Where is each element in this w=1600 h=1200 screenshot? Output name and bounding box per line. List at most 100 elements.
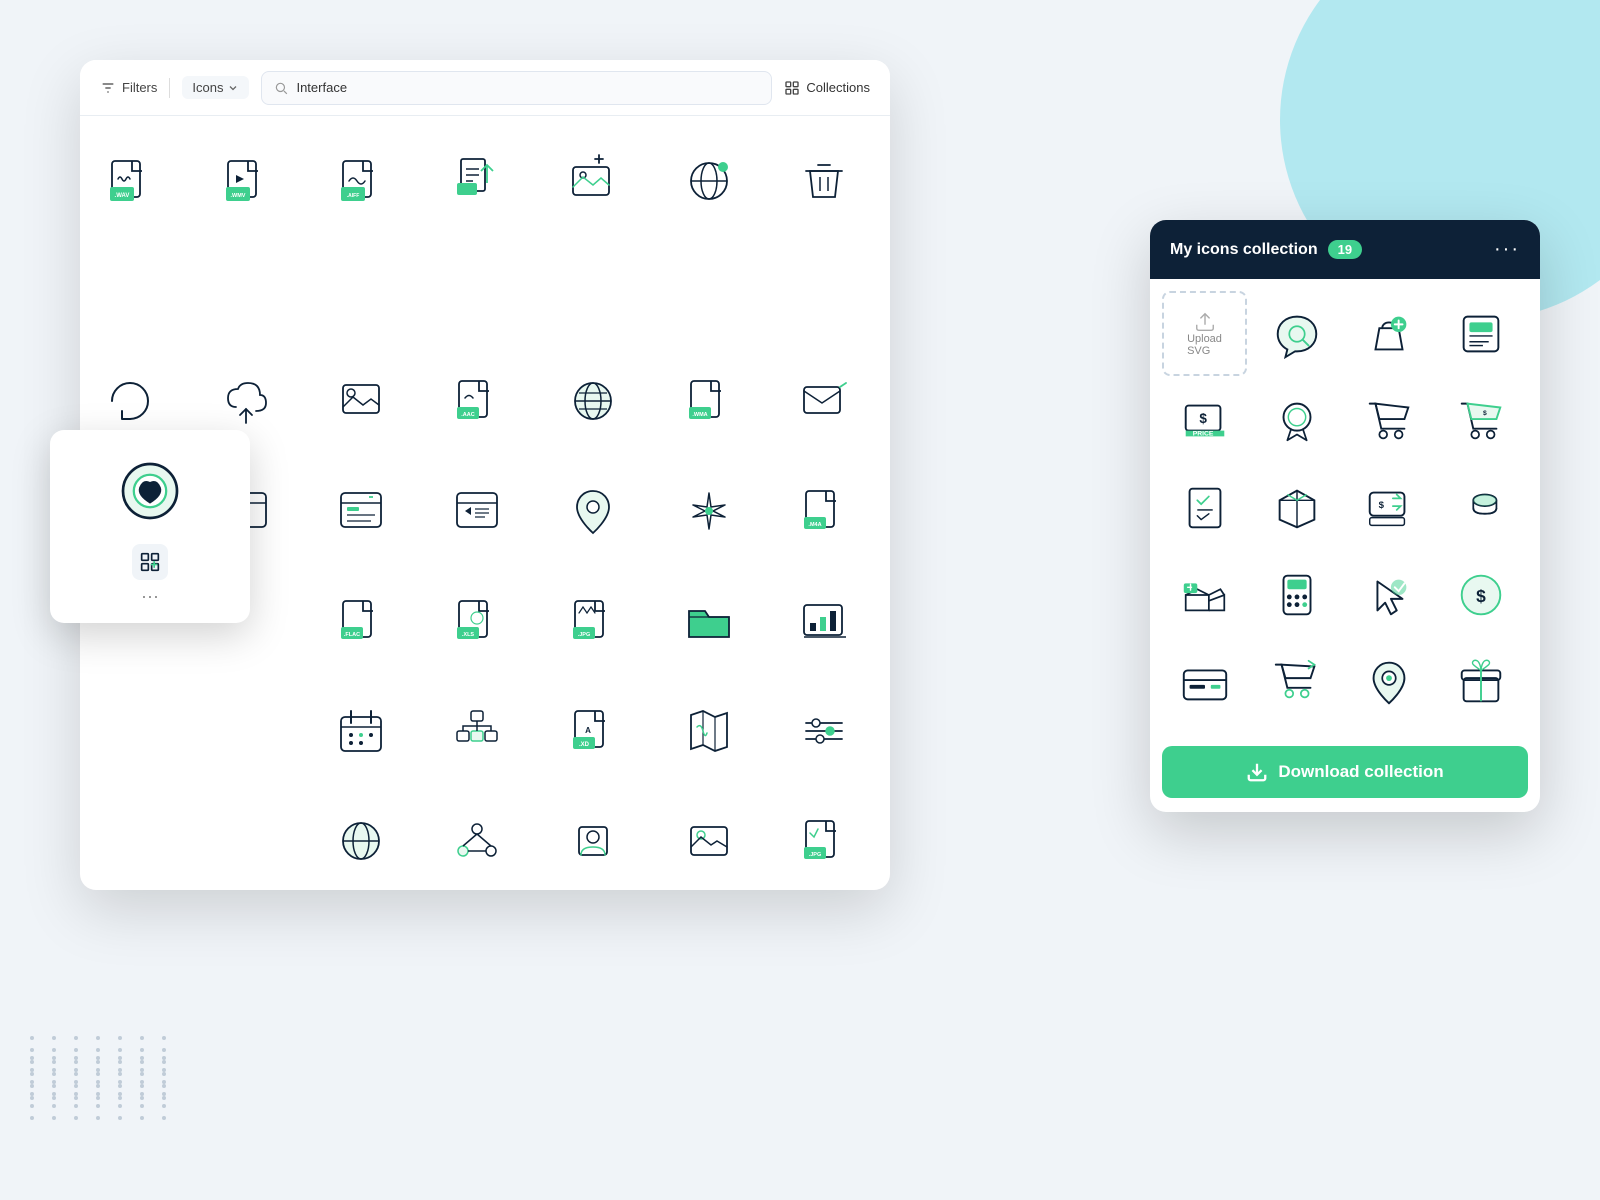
icon-empty-4 bbox=[427, 236, 527, 346]
col-icon-calculator[interactable] bbox=[1254, 552, 1339, 637]
icon-wma[interactable]: .WMA bbox=[659, 346, 759, 456]
icon-trash[interactable] bbox=[774, 126, 874, 236]
icon-popup-card: ··· bbox=[50, 430, 250, 623]
icon-jpg[interactable]: .JPG bbox=[543, 566, 643, 676]
svg-text:.FLAC: .FLAC bbox=[344, 632, 360, 638]
icon-empty-1 bbox=[80, 236, 180, 346]
icon-folder[interactable] bbox=[659, 566, 759, 676]
icon-globe-3[interactable] bbox=[311, 786, 411, 890]
icon-empty-5 bbox=[543, 236, 643, 346]
svg-text:.JPG: .JPG bbox=[809, 852, 822, 858]
icon-image-upload[interactable] bbox=[543, 126, 643, 236]
svg-text:.JPG: .JPG bbox=[578, 632, 591, 638]
icon-mail[interactable] bbox=[774, 346, 874, 456]
icon-jpg-2[interactable]: .JPG bbox=[774, 786, 874, 890]
toolbar-divider bbox=[169, 78, 170, 98]
col-icon-chat-search[interactable] bbox=[1254, 291, 1339, 376]
icon-calendar[interactable] bbox=[311, 676, 411, 786]
svg-text:$: $ bbox=[1378, 500, 1384, 511]
search-icon bbox=[274, 81, 288, 95]
icon-globe[interactable] bbox=[659, 126, 759, 236]
col-icon-cart-price[interactable]: $ bbox=[1438, 378, 1523, 463]
icons-label: Icons bbox=[192, 80, 223, 95]
filters-icon bbox=[100, 80, 116, 96]
filters-label: Filters bbox=[122, 80, 157, 95]
col-icon-shopping-bag-add[interactable] bbox=[1346, 291, 1431, 376]
svg-text:.XD: .XD bbox=[579, 742, 590, 748]
svg-text:.AAC: .AAC bbox=[461, 412, 474, 418]
col-icon-gift[interactable] bbox=[1438, 639, 1523, 724]
icon-wav[interactable]: .WAV bbox=[80, 126, 180, 236]
svg-text:.WAV: .WAV bbox=[115, 193, 130, 199]
filters-button[interactable]: Filters bbox=[100, 80, 157, 96]
col-icon-shipping[interactable] bbox=[1162, 552, 1247, 637]
icon-xd[interactable]: .XD A bbox=[543, 676, 643, 786]
chevron-down-icon bbox=[227, 82, 239, 94]
col-icon-news[interactable] bbox=[1438, 291, 1523, 376]
download-collection-button[interactable]: Download collection bbox=[1162, 746, 1528, 798]
svg-text:.AIFF: .AIFF bbox=[347, 193, 360, 199]
collection-icons-grid: UploadSVG bbox=[1150, 279, 1540, 736]
col-icon-award[interactable] bbox=[1254, 378, 1339, 463]
download-icon bbox=[1246, 761, 1268, 783]
col-icon-location-pin[interactable] bbox=[1346, 639, 1431, 724]
icon-landscape[interactable] bbox=[311, 346, 411, 456]
col-icon-dollar-circle[interactable]: $ bbox=[1438, 552, 1523, 637]
collections-button[interactable]: Collections bbox=[784, 80, 870, 96]
svg-text:PRICE: PRICE bbox=[1192, 430, 1213, 437]
svg-text:.WMV: .WMV bbox=[230, 193, 245, 199]
col-icon-package[interactable] bbox=[1254, 465, 1339, 550]
toolbar: Filters Icons Collections bbox=[80, 60, 890, 116]
icon-empty-7 bbox=[774, 236, 874, 346]
col-icon-coins[interactable] bbox=[1438, 465, 1523, 550]
dot-grid-bottom bbox=[30, 1056, 176, 1120]
icon-aiff[interactable]: .AIFF bbox=[311, 126, 411, 236]
col-icon-cart[interactable] bbox=[1346, 378, 1431, 463]
icon-chart[interactable] bbox=[774, 566, 874, 676]
collections-label: Collections bbox=[806, 80, 870, 95]
popup-more-button[interactable]: ··· bbox=[141, 586, 159, 607]
icon-document[interactable] bbox=[427, 126, 527, 236]
icon-network[interactable] bbox=[427, 786, 527, 890]
icon-location-pin[interactable] bbox=[543, 456, 643, 566]
icons-dropdown[interactable]: Icons bbox=[182, 76, 249, 99]
add-to-collection-btn[interactable] bbox=[132, 544, 168, 580]
icon-xls[interactable]: .XLS bbox=[427, 566, 527, 676]
search-input[interactable] bbox=[296, 80, 759, 95]
download-collection-label: Download collection bbox=[1278, 762, 1443, 782]
icon-empty-r6 bbox=[80, 786, 180, 890]
icon-globe-2[interactable] bbox=[543, 346, 643, 456]
icon-star-compass[interactable] bbox=[659, 456, 759, 566]
search-bar[interactable] bbox=[261, 71, 772, 105]
collection-title: My icons collection bbox=[1170, 241, 1318, 259]
col-icon-credit-card[interactable] bbox=[1162, 639, 1247, 724]
col-icon-price-display[interactable]: $ PRICE bbox=[1162, 378, 1247, 463]
svg-text:$: $ bbox=[1476, 585, 1486, 605]
col-icon-currency-exchange[interactable]: $ bbox=[1346, 465, 1431, 550]
col-icon-receipt[interactable] bbox=[1162, 465, 1247, 550]
col-icon-cursor[interactable] bbox=[1346, 552, 1431, 637]
col-icon-cart-checkout[interactable] bbox=[1254, 639, 1339, 724]
icon-hierarchy[interactable] bbox=[427, 676, 527, 786]
icon-wmv[interactable]: .WMV bbox=[196, 126, 296, 236]
collection-more-button[interactable]: ··· bbox=[1494, 238, 1520, 261]
icon-aac[interactable]: .AAC bbox=[427, 346, 527, 456]
icon-map[interactable] bbox=[659, 676, 759, 786]
icon-empty-r6-2 bbox=[196, 786, 296, 890]
icon-person[interactable] bbox=[543, 786, 643, 890]
svg-text:$: $ bbox=[1482, 410, 1486, 417]
icon-image[interactable] bbox=[659, 786, 759, 890]
icon-flac[interactable]: .FLAC bbox=[311, 566, 411, 676]
icon-browser-3[interactable] bbox=[427, 456, 527, 566]
upload-svg-button[interactable]: UploadSVG bbox=[1162, 291, 1247, 376]
icon-empty-r5 bbox=[80, 676, 180, 786]
upload-label: UploadSVG bbox=[1187, 333, 1222, 357]
collection-panel: My icons collection 19 ··· UploadSVG bbox=[1150, 220, 1540, 812]
icon-settings-sliders[interactable] bbox=[774, 676, 874, 786]
icon-m4a[interactable]: .M4A bbox=[774, 456, 874, 566]
collections-icon bbox=[784, 80, 800, 96]
icon-browser-2[interactable] bbox=[311, 456, 411, 566]
add-icon bbox=[140, 552, 160, 572]
svg-text:$: $ bbox=[1199, 410, 1207, 425]
collection-header: My icons collection 19 ··· bbox=[1150, 220, 1540, 279]
